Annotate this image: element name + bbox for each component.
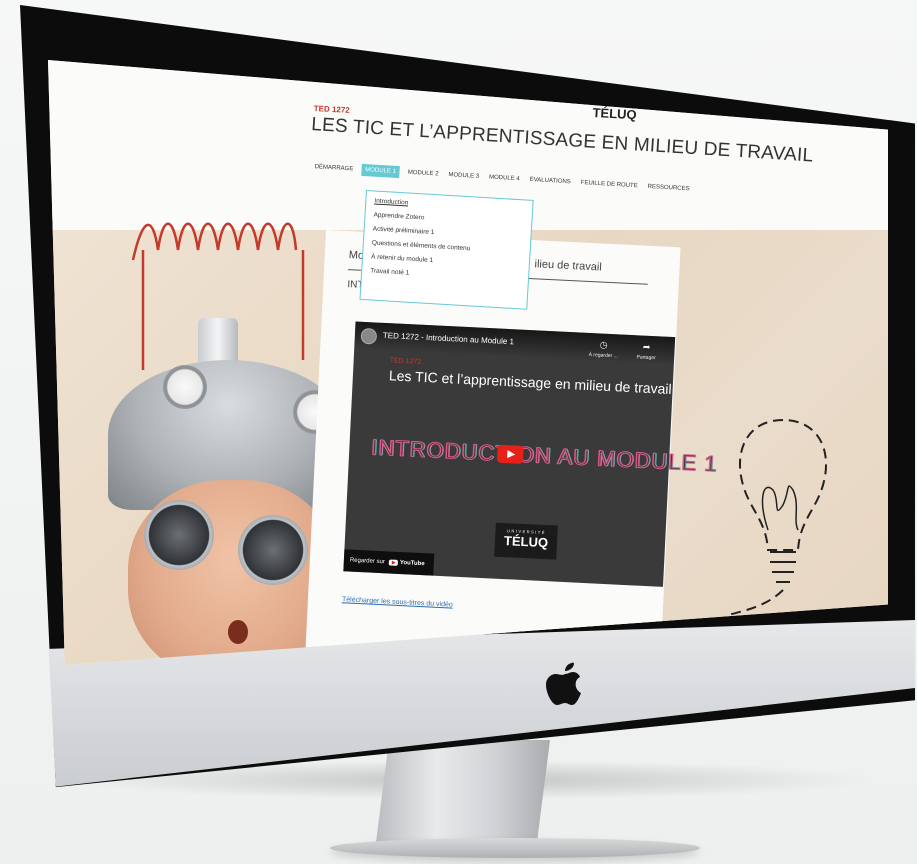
share-button[interactable]: ➦ Partager <box>626 341 667 362</box>
share-label: Partager <box>636 354 656 362</box>
dropdown-item-travail-note[interactable]: Travail noté 1 <box>370 267 520 283</box>
nav-item-demarrage[interactable]: DÉMARRAGE <box>312 161 355 176</box>
monitor-screen: TED 1272 LES TIC ET L’APPRENTISSAGE EN M… <box>48 60 888 665</box>
dropdown-item-introduction[interactable]: Introduction <box>374 198 524 214</box>
content-title-end: ilieu de travail <box>534 258 603 274</box>
nav-item-module-3[interactable]: MODULE 3 <box>446 169 481 183</box>
course-code: TED 1272 <box>313 104 350 115</box>
youtube-logo: YouTube <box>388 559 425 568</box>
play-button[interactable] <box>496 444 524 464</box>
goggle-icon <box>238 515 308 585</box>
download-subtitles-link[interactable]: Télécharger les sous-titres du vidéo <box>342 596 453 608</box>
dropdown-item-zotero[interactable]: Apprendre Zotero <box>373 211 523 227</box>
scene: TED 1272 LES TIC ET L’APPRENTISSAGE EN M… <box>0 0 917 864</box>
lightbulb-sketch-icon <box>728 418 828 616</box>
mouth <box>228 620 248 644</box>
monitor-stand <box>375 740 550 850</box>
monitor-stand-foot <box>330 838 700 858</box>
nav-item-module-1[interactable]: MODULE 1 <box>360 163 401 179</box>
watch-later-button[interactable]: ◷ À regarder ... <box>584 339 623 360</box>
goggle-icon <box>144 500 214 570</box>
teluq-logo: UNIVERSITÉ TÉLUQ <box>494 522 558 560</box>
dropdown-item-questions[interactable]: Questions et éléments de contenu <box>372 239 522 255</box>
clock-icon: ◷ <box>599 339 608 350</box>
watch-on-label: Regarder sur <box>349 557 386 566</box>
module-1-dropdown: Introduction Apprendre Zotero Activité p… <box>359 190 534 310</box>
web-page: TED 1272 LES TIC ET L’APPRENTISSAGE EN M… <box>48 60 888 665</box>
nav-item-module-2[interactable]: MODULE 2 <box>405 167 440 181</box>
video-course-code: TED 1272 <box>389 357 422 366</box>
dropdown-item-a-retenir[interactable]: À retenir du module 1 <box>371 253 521 269</box>
youtube-icon <box>388 559 398 566</box>
video-banner: INTRODUCTION AU MODULE 1 <box>370 434 719 477</box>
nav-item-module-4[interactable]: MODULE 4 <box>487 171 522 185</box>
youtube-label: YouTube <box>399 560 425 568</box>
gauge-icon <box>163 365 207 409</box>
dropdown-item-activite[interactable]: Activité préliminaire 1 <box>372 225 522 241</box>
video-player[interactable]: TED 1272 - Introduction au Module 1 ◷ À … <box>343 321 719 587</box>
watch-on-youtube-button[interactable]: Regarder sur YouTube <box>343 549 435 576</box>
apple-logo-icon <box>545 660 585 708</box>
teluq-logo-name: TÉLUQ <box>503 533 549 551</box>
video-heading: Les TIC et l’apprentissage en milieu de … <box>388 367 673 398</box>
share-icon: ➦ <box>642 341 651 352</box>
nav-item-evaluations[interactable]: ÉVALUATIONS <box>527 174 573 189</box>
